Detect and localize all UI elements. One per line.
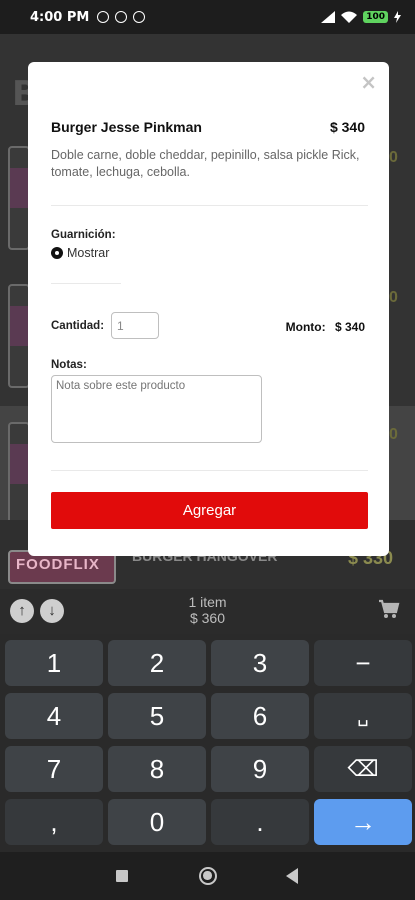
cart-bar: ↑ ↓ 1 item $ 360 bbox=[0, 589, 415, 634]
key-8[interactable]: 8 bbox=[108, 746, 206, 792]
amount-value: $ 340 bbox=[334, 320, 365, 334]
status-notification-icons bbox=[97, 11, 146, 23]
cart-item-count: 1 item bbox=[188, 594, 227, 610]
quantity-input[interactable] bbox=[111, 312, 159, 339]
add-to-cart-button[interactable]: Agregar bbox=[51, 492, 368, 529]
key-1[interactable]: 1 bbox=[5, 640, 103, 686]
status-time: 4:00 PM bbox=[30, 9, 90, 25]
key-9[interactable]: 9 bbox=[211, 746, 309, 792]
key-7[interactable]: 7 bbox=[5, 746, 103, 792]
quantity-label: Cantidad: bbox=[51, 320, 105, 332]
back-icon[interactable] bbox=[286, 868, 298, 884]
radio-selected-icon[interactable] bbox=[51, 247, 63, 259]
recents-icon[interactable] bbox=[116, 870, 128, 882]
key-period[interactable]: . bbox=[211, 799, 309, 845]
key-0[interactable]: 0 bbox=[108, 799, 206, 845]
product-dialog: × Burger Jesse Pinkman $ 340 Doble carne… bbox=[28, 62, 389, 556]
garnish-label: Guarnición: bbox=[51, 229, 116, 241]
notes-label: Notas: bbox=[51, 359, 87, 371]
product-thumbnail bbox=[8, 146, 30, 250]
key-5[interactable]: 5 bbox=[108, 693, 206, 739]
background-price: 0 bbox=[389, 149, 398, 166]
cart-icon[interactable] bbox=[377, 597, 401, 621]
key-4[interactable]: 4 bbox=[5, 693, 103, 739]
signal-icon bbox=[321, 11, 336, 23]
product-thumbnail bbox=[8, 284, 30, 388]
product-price: $ 340 bbox=[329, 119, 365, 135]
system-nav-bar bbox=[0, 852, 415, 900]
product-name: Burger Jesse Pinkman bbox=[51, 119, 202, 135]
background-price: 0 bbox=[389, 289, 398, 306]
key-3[interactable]: 3 bbox=[211, 640, 309, 686]
enter-arrow-icon[interactable]: → bbox=[314, 799, 412, 845]
divider bbox=[51, 283, 121, 284]
wifi-icon bbox=[341, 11, 358, 23]
key-comma[interactable]: , bbox=[5, 799, 103, 845]
key-6[interactable]: 6 bbox=[211, 693, 309, 739]
garnish-option[interactable]: Mostrar bbox=[51, 246, 109, 260]
close-icon[interactable]: × bbox=[360, 70, 377, 94]
amount-label: Monto: bbox=[285, 320, 326, 334]
background-price: 0 bbox=[389, 426, 398, 443]
battery-icon: 100 bbox=[363, 11, 388, 23]
notification-icon bbox=[115, 11, 128, 23]
product-description: Doble carne, doble cheddar, pepinillo, s… bbox=[51, 148, 360, 179]
key-2[interactable]: 2 bbox=[108, 640, 206, 686]
product-thumbnail bbox=[8, 422, 30, 526]
garnish-option-label: Mostrar bbox=[67, 246, 110, 260]
divider bbox=[51, 205, 368, 206]
notification-icon bbox=[133, 11, 146, 23]
charging-icon bbox=[394, 11, 401, 23]
backspace-icon[interactable]: ⌫ bbox=[314, 746, 412, 792]
key-minus[interactable]: − bbox=[314, 640, 412, 686]
space-key-icon[interactable]: ␣ bbox=[314, 693, 412, 739]
notes-field[interactable] bbox=[51, 375, 262, 443]
numeric-keyboard: 1 2 3 − 4 5 6 ␣ 7 8 9 ⌫ , 0 . → bbox=[0, 634, 415, 852]
status-right-icons: 100 bbox=[321, 11, 401, 23]
amount-display: Monto: $ 340 bbox=[286, 320, 365, 334]
cart-total: $ 360 bbox=[189, 610, 226, 626]
divider bbox=[51, 470, 368, 471]
status-bar: 4:00 PM 100 bbox=[0, 0, 415, 34]
alarm-icon bbox=[97, 11, 110, 23]
home-icon[interactable] bbox=[199, 867, 217, 885]
